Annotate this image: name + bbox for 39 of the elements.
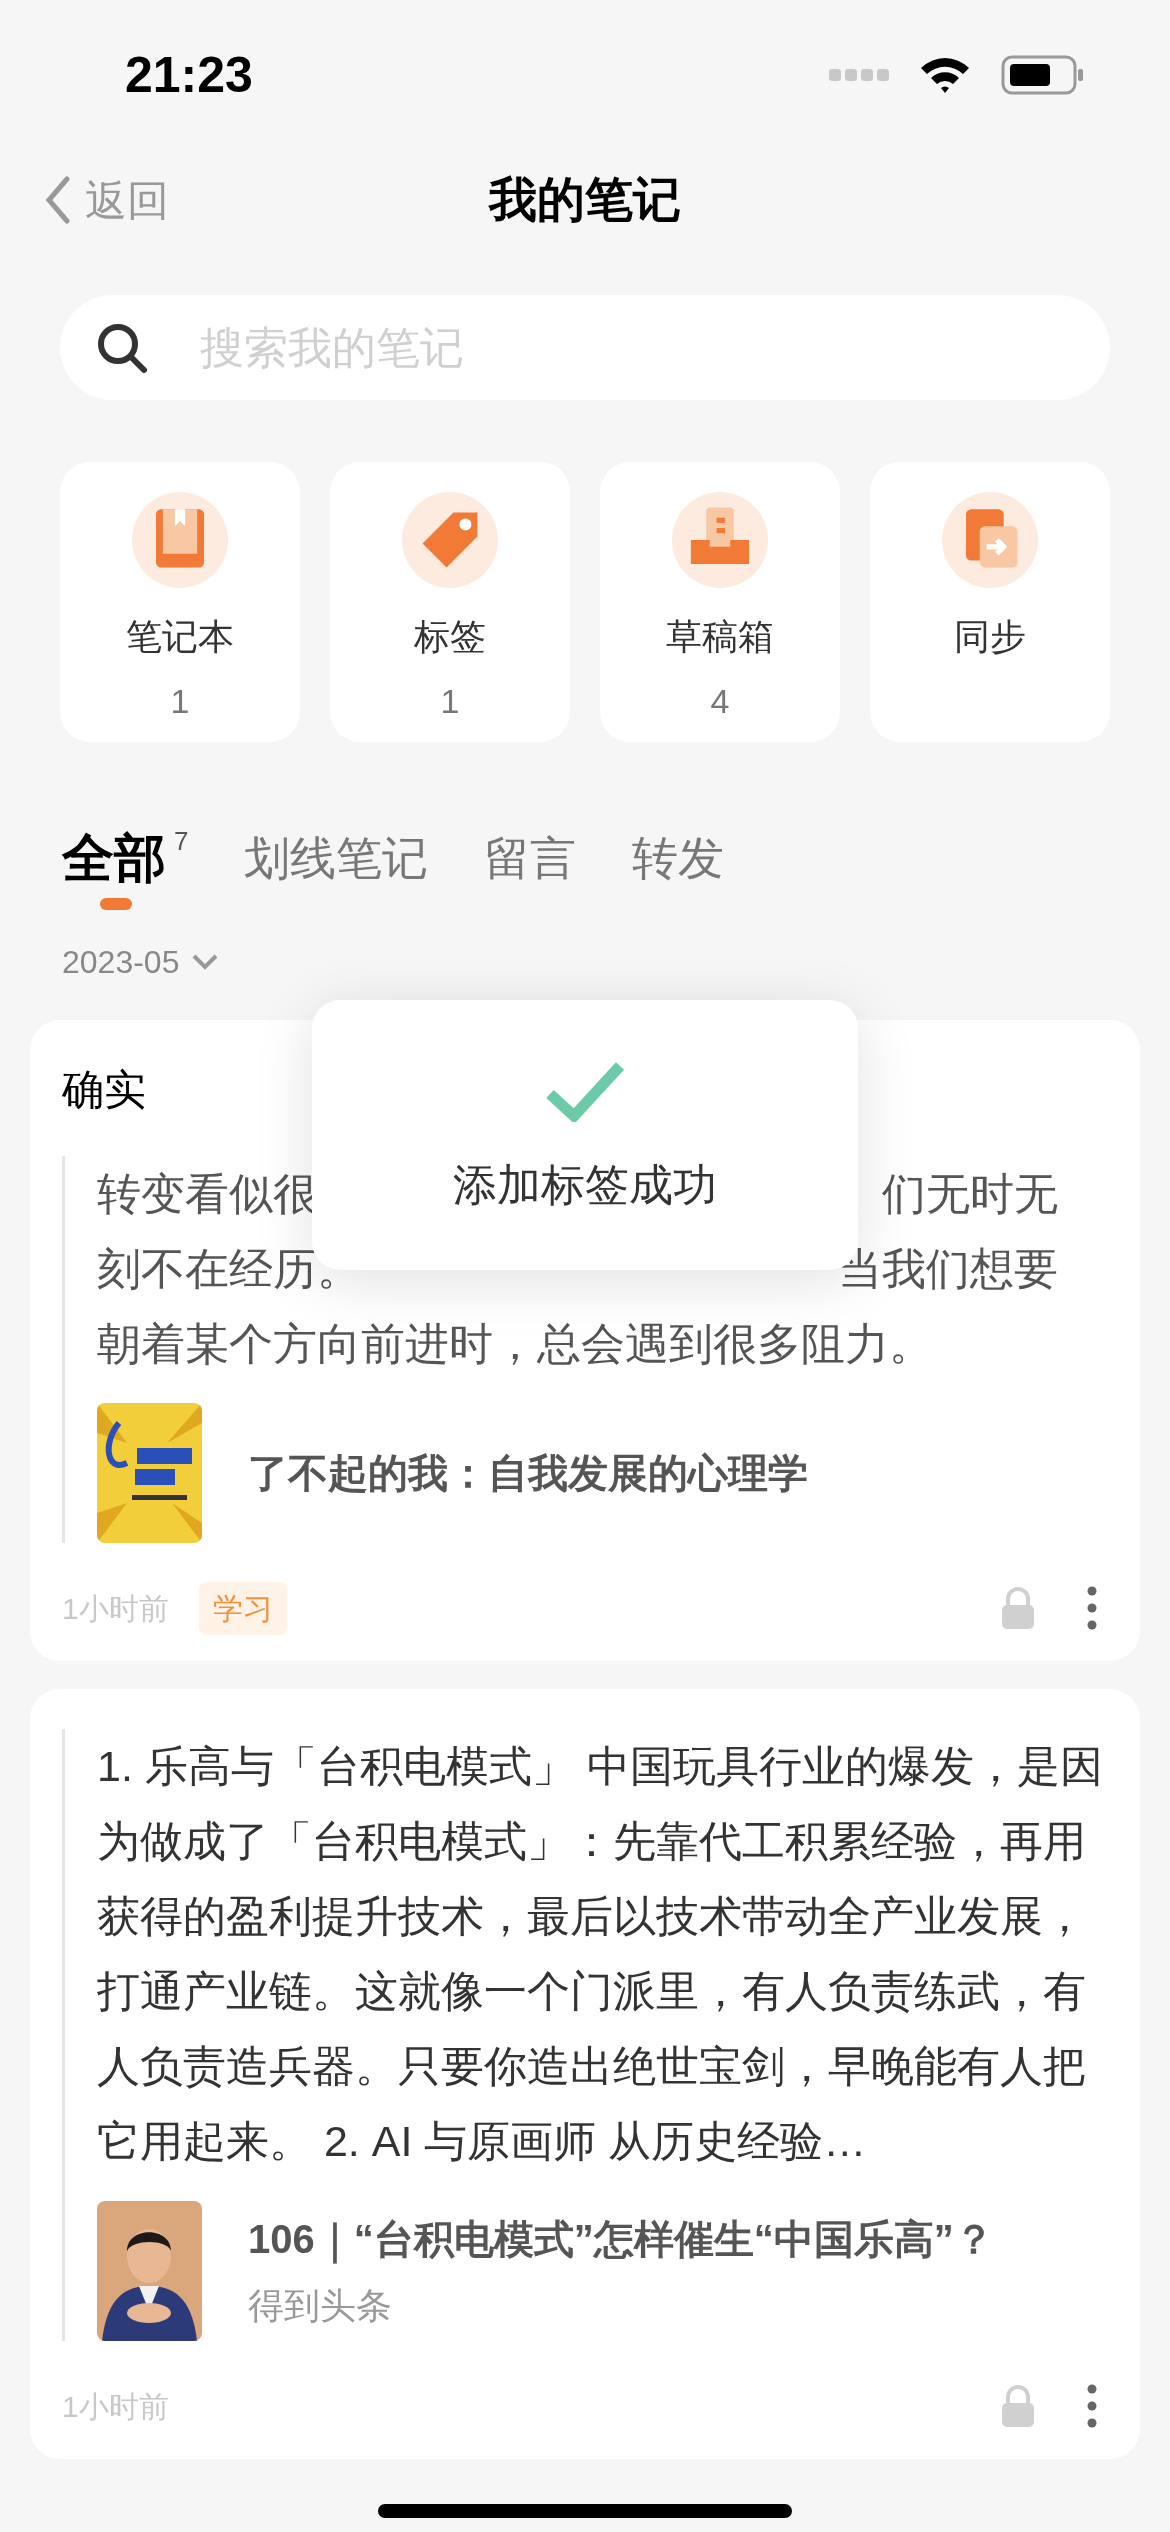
chevron-down-icon	[191, 953, 220, 971]
book-icon	[132, 492, 228, 588]
quote-text: 们无时无	[882, 1168, 1058, 1220]
source-name: 得到头条	[248, 2284, 393, 2328]
shortcut-card[interactable]: 笔记本 1	[60, 462, 300, 742]
more-icon[interactable]	[1086, 2383, 1098, 2429]
shortcut-label: 草稿箱	[666, 615, 774, 659]
tab[interactable]: 留言	[484, 826, 577, 890]
more-icon[interactable]	[1086, 1585, 1098, 1631]
signal-icon	[829, 68, 889, 82]
quote-text: 1. 乐高与「台积电模式」 中国玩具行业的爆发，是因为做成了「台积电模式」：先靠代工积累经验，再用获得的盈利提升技术，最后以技术带动全产业发展，打通产业链。这就像一个门派里，有人负责练武，有人负责造兵器。只要你造出绝世宝剑，早晚能有人把它用起来。 2. AI 与原画师 从历史经验…	[97, 1741, 1104, 2167]
shortcut-label: 同步	[954, 615, 1026, 659]
shortcut-card[interactable]: 标签 1	[330, 462, 570, 742]
shortcut-label: 标签	[414, 615, 486, 659]
quote-text: 转变看似很	[97, 1168, 317, 1220]
shortcut-label: 笔记本	[126, 615, 234, 659]
shortcut-card[interactable]: 草稿箱 4	[600, 462, 840, 742]
shortcut-count: 4	[710, 681, 730, 722]
tray-icon	[672, 492, 768, 588]
shortcut-card[interactable]: 同步	[870, 462, 1110, 742]
checkmark-icon	[544, 1060, 626, 1122]
quote-text: 刻不在经历。	[97, 1243, 361, 1295]
source-title[interactable]: 了不起的我：自我发展的心理学	[248, 1443, 808, 1503]
tag-icon	[402, 492, 498, 588]
tab[interactable]: 全部	[62, 826, 166, 890]
tab-count: 7	[174, 826, 189, 856]
tab[interactable]: 划线笔记	[244, 826, 429, 890]
toast-message: 添加标签成功	[453, 1159, 717, 1211]
source-title[interactable]: 106｜“台积电模式”怎样催生“中国乐高”？	[248, 2209, 994, 2269]
quote-text: 朝着某个方向前进时，总会遇到很多阻力。	[97, 1318, 933, 1370]
tab[interactable]: 转发	[632, 826, 725, 890]
shortcut-count: 1	[170, 681, 190, 722]
battery-icon	[1001, 55, 1085, 95]
note-title: 确实	[62, 1065, 146, 1115]
wifi-icon	[919, 55, 971, 95]
shortcut-count: 1	[440, 681, 460, 722]
chevron-left-icon	[45, 176, 71, 224]
status-time: 21:23	[125, 45, 253, 105]
page-title: 我的笔记	[489, 172, 681, 228]
